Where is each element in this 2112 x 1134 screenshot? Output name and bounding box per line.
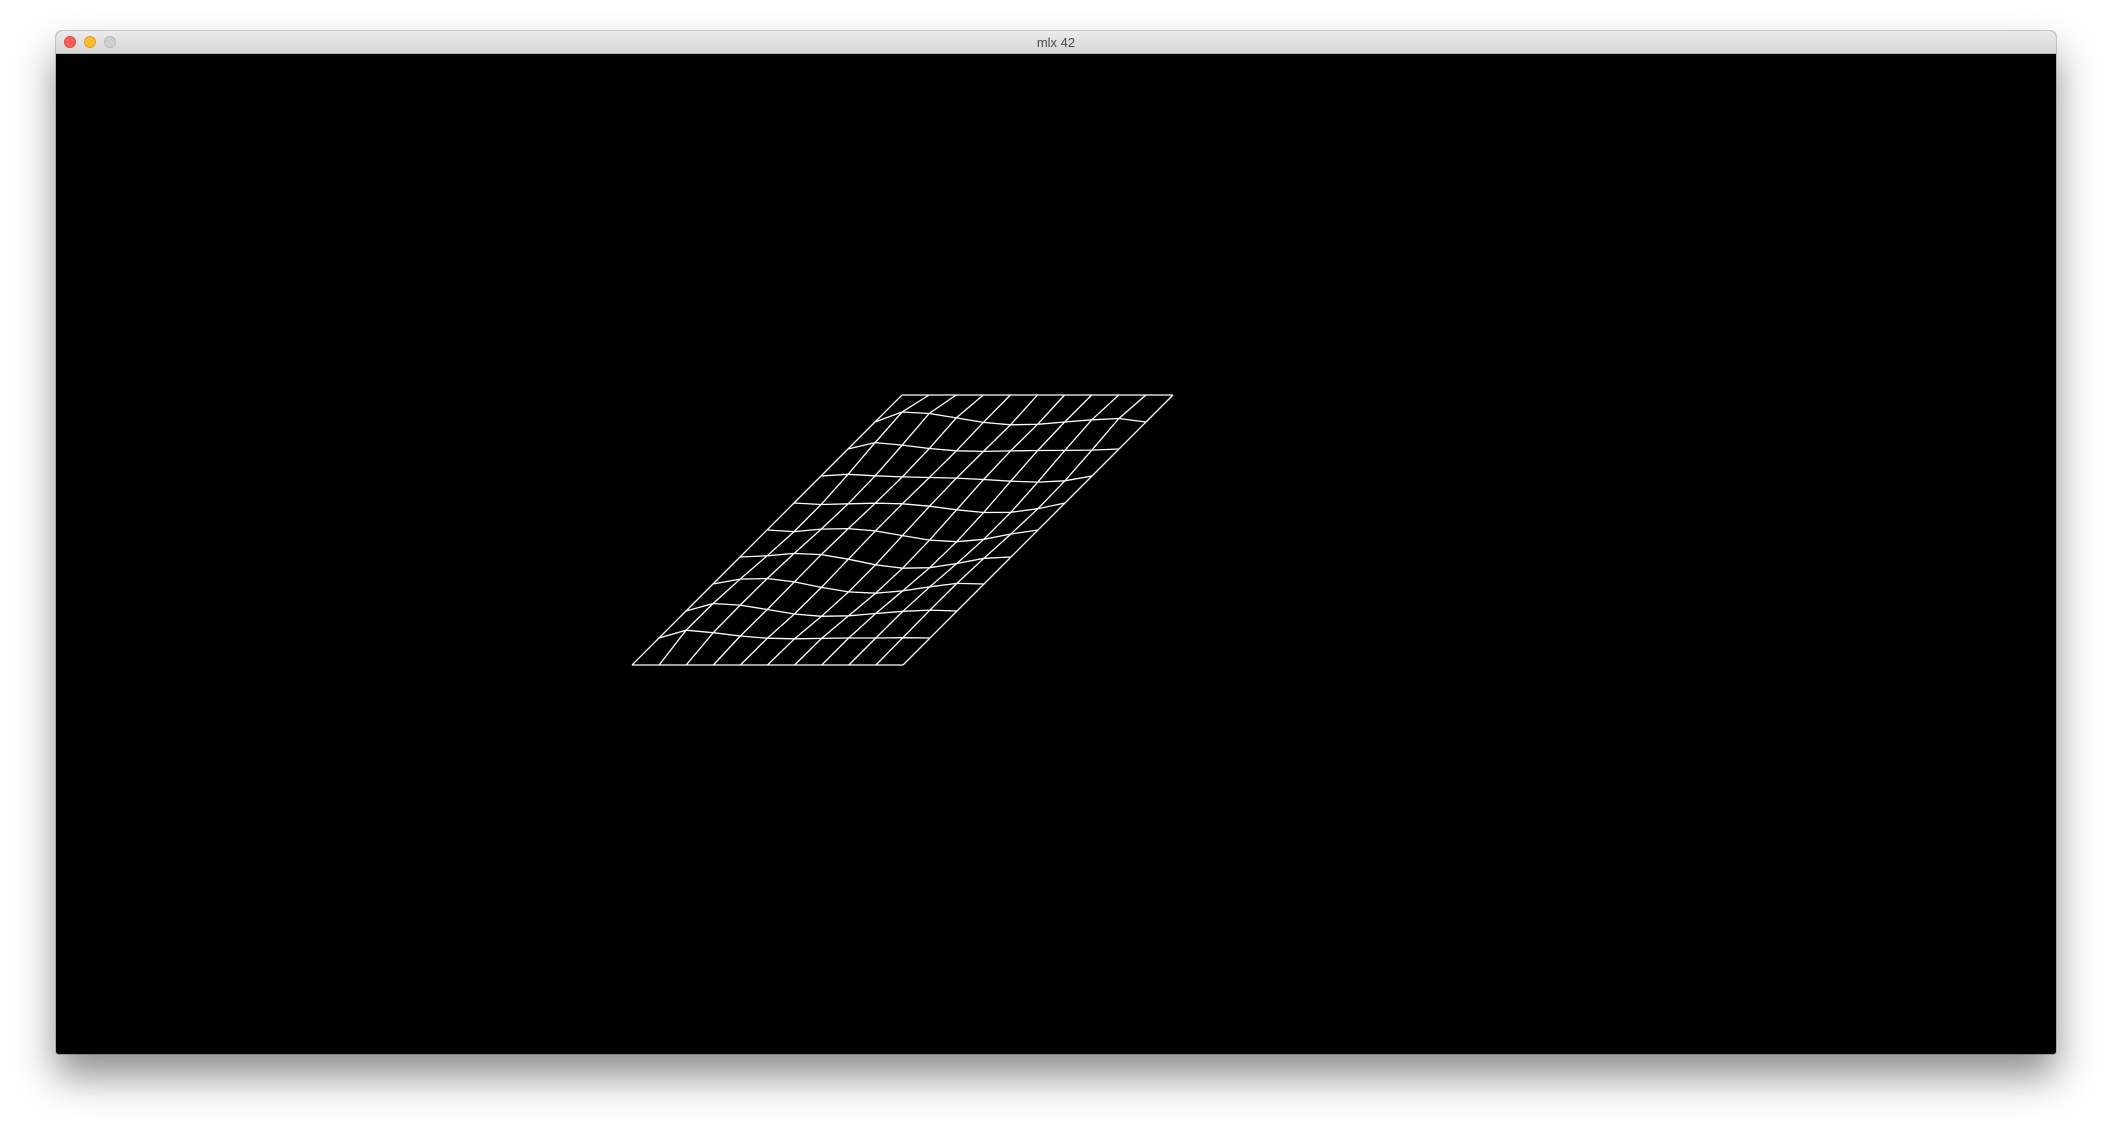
mesh-row-line: [847, 441, 1120, 453]
app-window: mlx 42: [56, 31, 2056, 1054]
mesh-column-line: [902, 394, 1174, 666]
render-canvas[interactable]: [56, 54, 2056, 1054]
mesh-row-line: [658, 629, 931, 640]
mesh-column-line: [875, 394, 1147, 666]
window-title: mlx 42: [1036, 35, 1076, 50]
mesh-column-line: [739, 394, 1011, 666]
mesh-row-line: [874, 411, 1147, 426]
mesh-column-line: [794, 394, 1066, 666]
title-bar[interactable]: mlx 42: [56, 31, 2056, 54]
mesh-row-line: [685, 602, 958, 617]
mesh-column-line: [848, 394, 1120, 666]
wireframe-mesh: [631, 394, 1174, 666]
mesh-row-line: [793, 502, 1066, 514]
